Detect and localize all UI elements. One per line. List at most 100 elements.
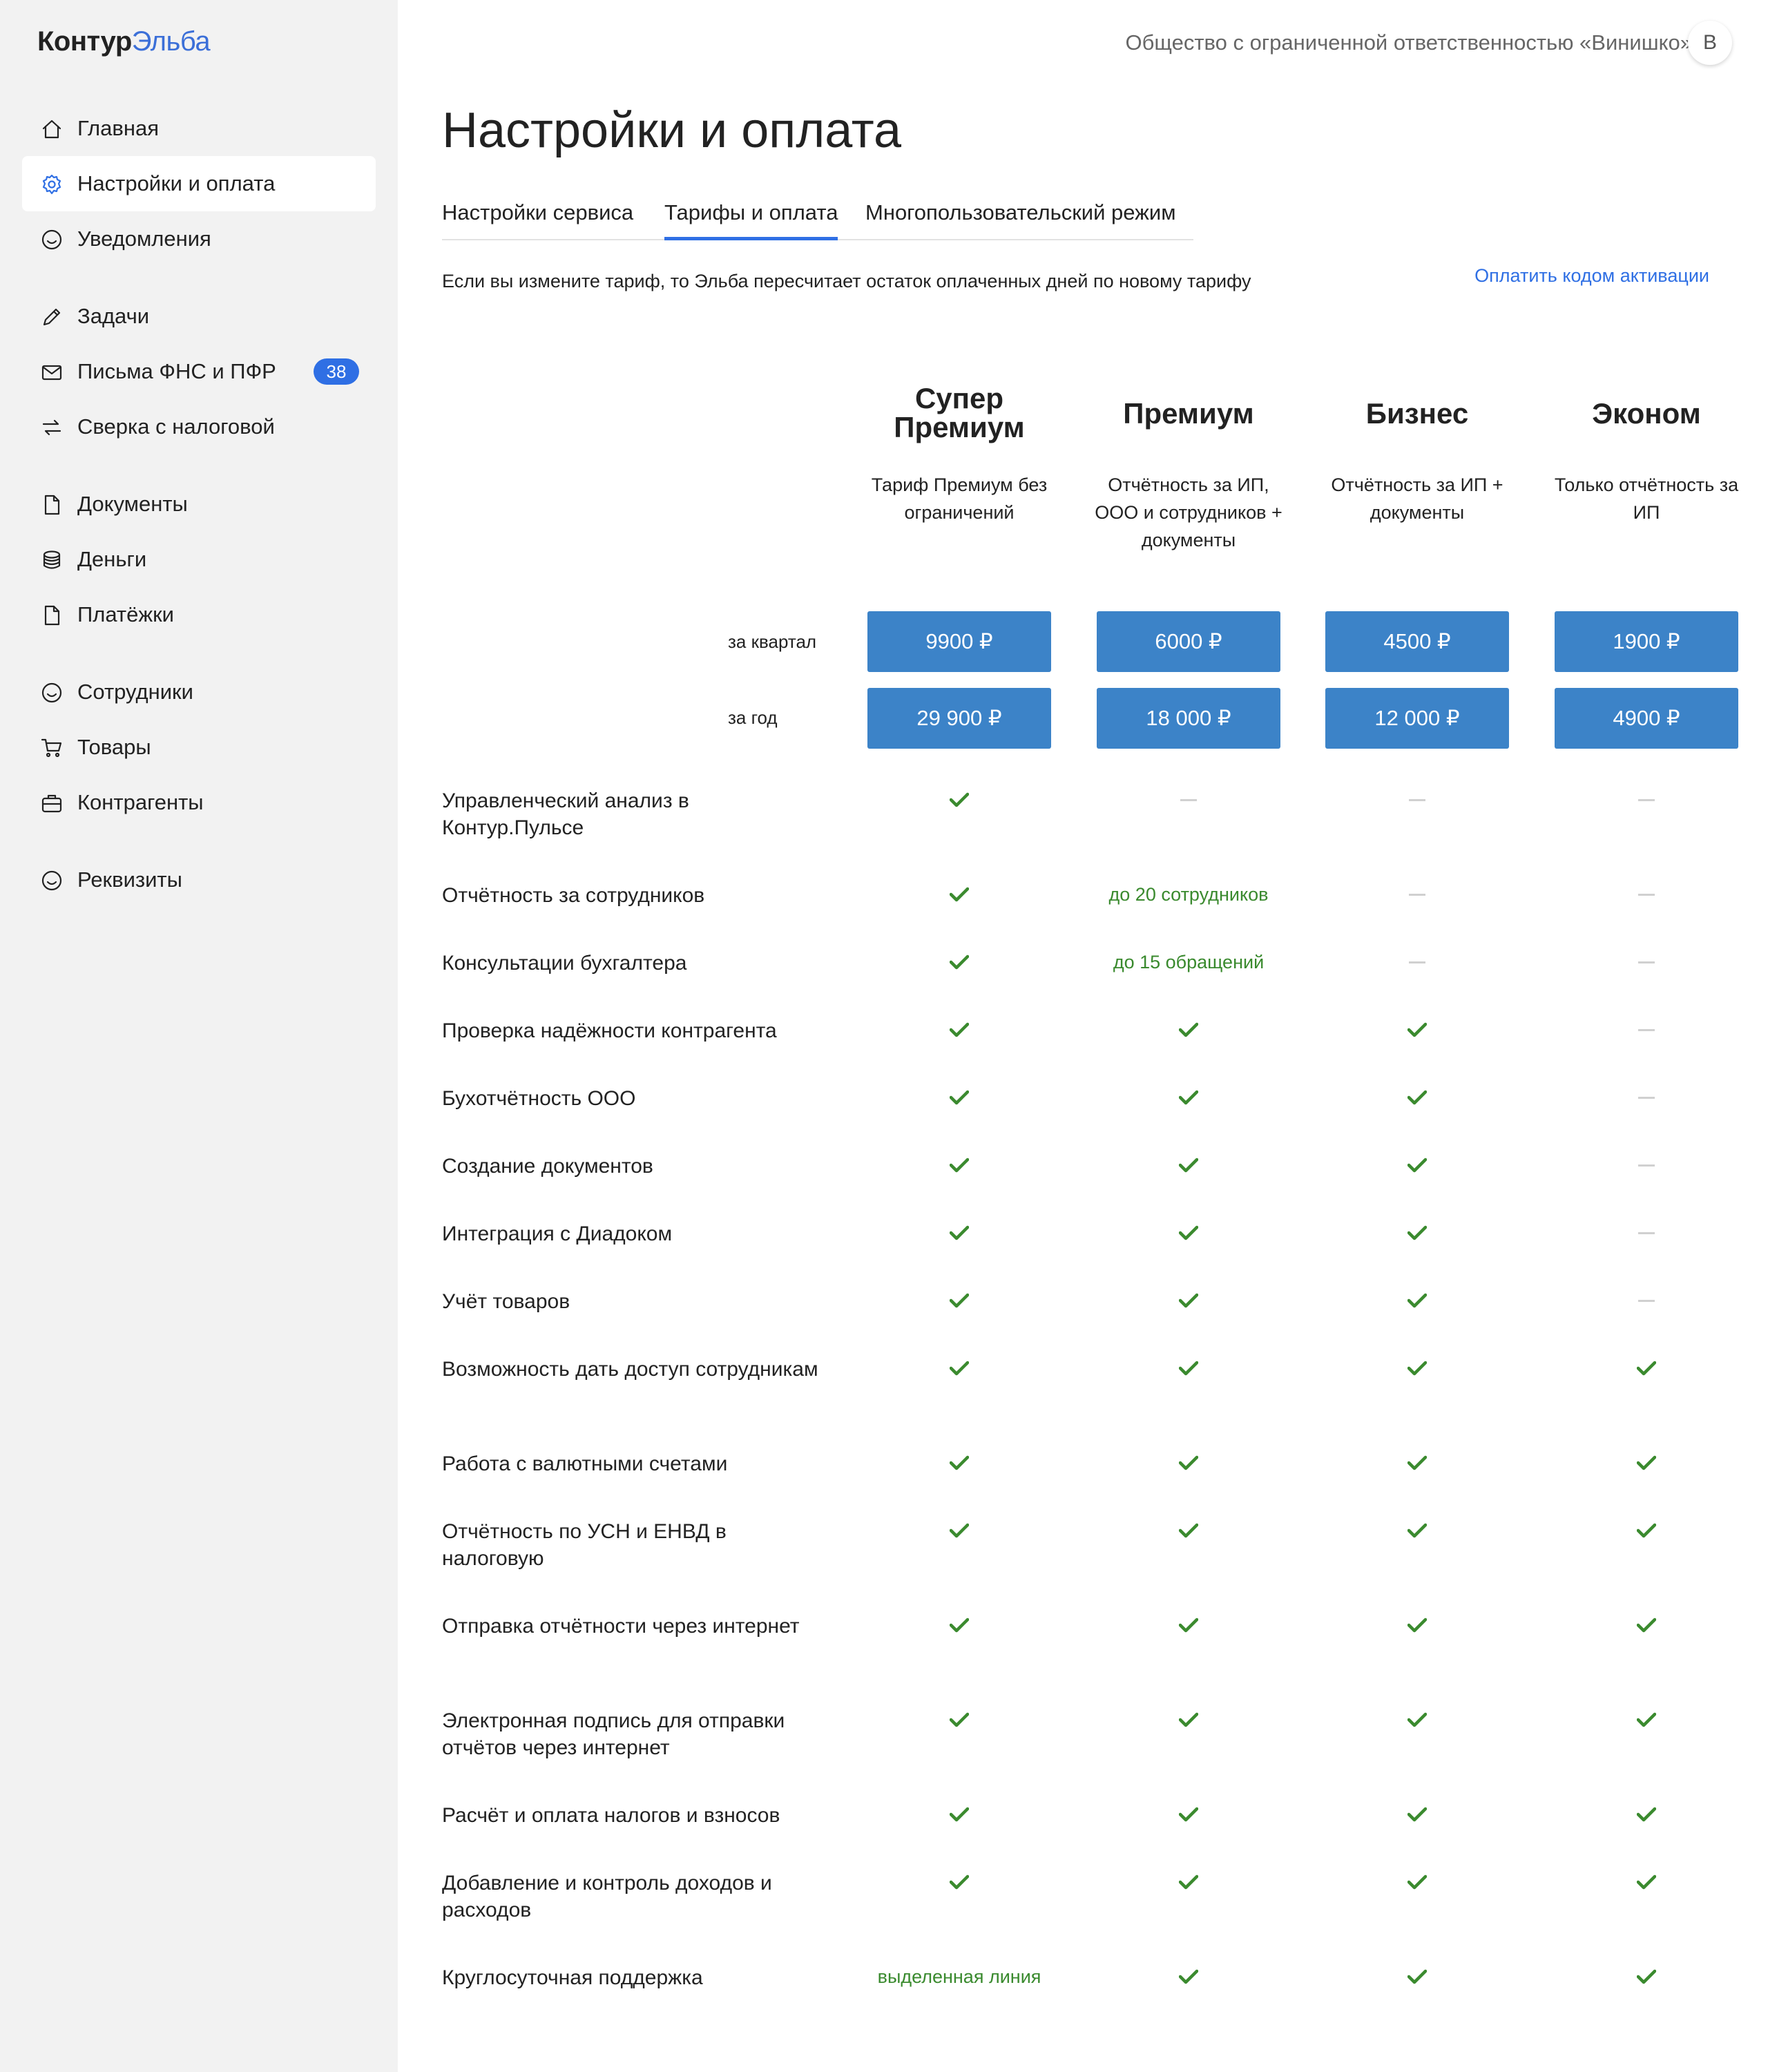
price-year-button[interactable]: 18 000 ₽ [1097, 688, 1280, 749]
sidebar-item-10[interactable]: Сотрудники [22, 664, 376, 720]
activation-code-link[interactable]: Оплатить кодом активации [1474, 265, 1709, 287]
price-quarter-button[interactable]: 4500 ₽ [1325, 611, 1509, 672]
avatar[interactable]: В [1688, 21, 1732, 65]
sidebar-item-12[interactable]: Контрагенты [22, 775, 376, 830]
check-icon [856, 1354, 1063, 1382]
check-icon [1085, 1287, 1292, 1314]
check-icon [1543, 1801, 1750, 1828]
tab-service-settings[interactable]: Настройки сервиса [442, 200, 633, 240]
price-year-button[interactable]: 12 000 ₽ [1325, 688, 1509, 749]
sidebar-item-label: Документы [77, 492, 188, 516]
price-year-button[interactable]: 4900 ₽ [1555, 688, 1738, 749]
period-label-quarter: за квартал [728, 631, 817, 652]
sidebar: КонтурЭльба Главная Настройки и оплата Уве… [0, 0, 398, 2072]
sidebar-item-6[interactable]: Сверка с налоговой [22, 399, 376, 454]
organization-name[interactable]: Общество с ограниченной ответственностью… [1126, 30, 1692, 55]
not-included-dash [1314, 786, 1521, 814]
sidebar-item-label: Реквизиты [77, 867, 182, 892]
check-icon [1085, 1354, 1292, 1382]
feature-label: Отправка отчётности через интернет [442, 1615, 800, 1638]
briefcase-icon [40, 792, 64, 815]
check-icon [1085, 1963, 1292, 1991]
check-icon [1314, 1963, 1521, 1991]
check-icon [1085, 1868, 1292, 1896]
check-icon [856, 1084, 1063, 1111]
feature-label: Учёт товаров [442, 1290, 570, 1313]
price-quarter-button[interactable]: 9900 ₽ [867, 611, 1051, 672]
period-label-year: за год [728, 707, 778, 728]
smile-icon [40, 869, 64, 892]
tab-multiuser-mode[interactable]: Многопользовательский режим [865, 200, 1176, 240]
check-icon [1314, 1016, 1521, 1044]
check-icon [856, 1868, 1063, 1896]
limit-note-text: до 15 обращений [1113, 951, 1265, 972]
not-included-dash [1085, 786, 1292, 814]
not-included-dash [1543, 948, 1750, 976]
check-icon [1085, 1801, 1292, 1828]
check-icon [1085, 1517, 1292, 1544]
check-icon [856, 1016, 1063, 1044]
check-icon [1085, 1151, 1292, 1179]
check-icon [856, 1287, 1063, 1314]
check-icon [1314, 1868, 1521, 1896]
sidebar-item-4[interactable]: Задачи [22, 289, 376, 344]
sidebar-item-label: Деньги [77, 547, 147, 571]
sidebar-item-label: Уведомления [77, 227, 211, 251]
check-icon [1314, 1449, 1521, 1477]
check-icon [856, 1219, 1063, 1247]
feature-label: Работа с валютными счетами [442, 1452, 728, 1475]
sidebar-item-1[interactable]: Главная [22, 101, 376, 156]
plan-description: Отчётность за ИП + документы [1331, 474, 1503, 523]
dash-icon [1638, 1096, 1655, 1099]
check-icon [856, 1151, 1063, 1179]
mail-icon [40, 361, 64, 384]
feature-label: Создание документов [442, 1155, 653, 1178]
check-icon [1085, 1084, 1292, 1111]
sidebar-item-2[interactable]: Настройки и оплата [22, 156, 376, 211]
sidebar-item-11[interactable]: Товары [22, 720, 376, 775]
check-icon [856, 1449, 1063, 1477]
dash-icon [1409, 893, 1425, 896]
check-icon [1543, 1354, 1750, 1382]
limit-note: до 20 сотрудников [1085, 881, 1292, 908]
check-icon [1085, 1449, 1292, 1477]
check-icon [856, 786, 1063, 814]
not-included-dash [1543, 1219, 1750, 1247]
tab-tariffs-and-payment[interactable]: Тарифы и оплата [664, 200, 838, 240]
logo[interactable]: КонтурЭльба [37, 26, 211, 57]
dash-icon [1180, 798, 1197, 801]
price-year-button[interactable]: 29 900 ₽ [867, 688, 1051, 749]
document-icon [40, 493, 64, 517]
sidebar-item-7[interactable]: Документы [22, 477, 376, 532]
feature-label: Бухотчётность ООО [442, 1087, 636, 1110]
plan-description: Отчётность за ИП, ООО и сотрудников + до… [1095, 474, 1282, 550]
check-icon [1314, 1084, 1521, 1111]
dash-icon [1638, 1231, 1655, 1234]
limit-note: до 15 обращений [1085, 948, 1292, 976]
check-icon [1314, 1287, 1521, 1314]
nav-group-gap [22, 267, 376, 289]
not-included-dash [1543, 1287, 1750, 1314]
check-icon [1314, 1354, 1521, 1382]
pencil-icon [40, 305, 64, 329]
sidebar-item-5[interactable]: Письма ФНС и ПФР 38 [22, 344, 376, 399]
check-icon [1543, 1449, 1750, 1477]
sidebar-item-8[interactable]: Деньги [22, 532, 376, 587]
price-quarter-button[interactable]: 6000 ₽ [1097, 611, 1280, 672]
sidebar-item-9[interactable]: Платёжки [22, 587, 376, 642]
tariff-change-notice: Если вы измените тариф, то Эльба пересчи… [442, 271, 1251, 291]
nav-group-gap [22, 454, 376, 477]
sidebar-item-13[interactable]: Реквизиты [22, 852, 376, 908]
home-icon [40, 117, 64, 141]
sidebar-item-label: Контрагенты [77, 790, 204, 814]
sidebar-item-label: Письма ФНС и ПФР [77, 359, 276, 383]
price-quarter-button[interactable]: 1900 ₽ [1555, 611, 1738, 672]
check-icon [856, 1706, 1063, 1734]
sidebar-item-3[interactable]: Уведомления [22, 211, 376, 267]
feature-label: Круглосуточная поддержка [442, 1966, 703, 1989]
feature-label: Консультации бухгалтера [442, 952, 687, 975]
plan-name: Супер Премиум [894, 382, 1025, 443]
dash-icon [1638, 1299, 1655, 1302]
dash-icon [1638, 798, 1655, 801]
plan-name: Бизнес [1365, 397, 1469, 430]
